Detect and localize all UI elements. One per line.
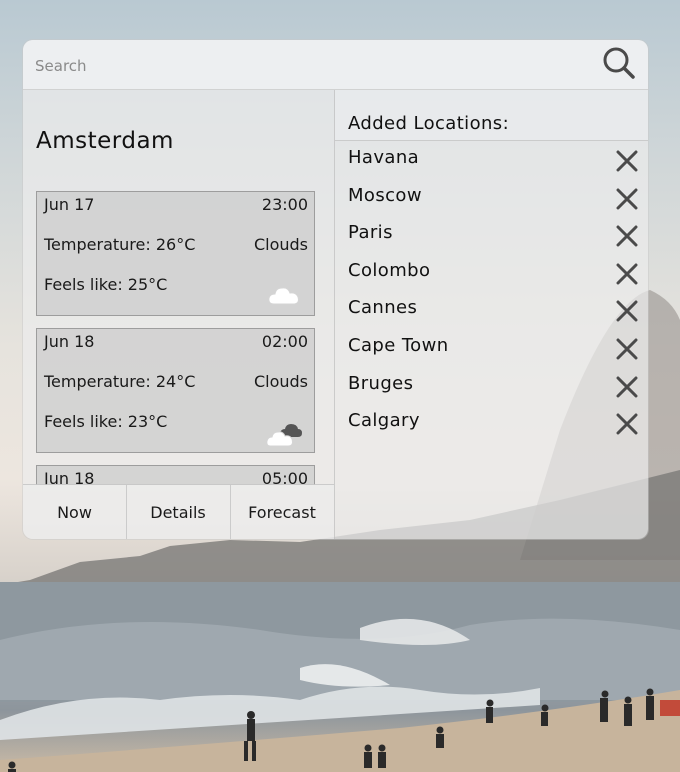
- location-name[interactable]: Bruges: [348, 373, 413, 394]
- tab-forecast[interactable]: Forecast: [230, 485, 334, 539]
- location-name[interactable]: Cannes: [348, 297, 417, 318]
- forecast-time: 05:00: [261, 469, 308, 485]
- close-icon[interactable]: [615, 337, 639, 361]
- location-item[interactable]: Paris: [335, 217, 648, 255]
- forecast-date: Jun 18: [44, 469, 95, 485]
- broken-clouds-icon: [266, 424, 302, 447]
- close-icon[interactable]: [615, 412, 639, 436]
- location-item[interactable]: Bruges: [335, 368, 648, 406]
- current-weather-panel: Amsterdam Jun 17 23:00 Temperature: 26°C…: [23, 90, 335, 539]
- weather-app: Amsterdam Jun 17 23:00 Temperature: 26°C…: [23, 40, 648, 539]
- forecast-feels-like: Feels like: 25°C: [44, 275, 168, 294]
- close-icon[interactable]: [615, 375, 639, 399]
- forecast-condition: Clouds: [253, 235, 308, 254]
- close-icon[interactable]: [615, 299, 639, 323]
- location-name[interactable]: Calgary: [348, 410, 420, 431]
- location-item[interactable]: Colombo: [335, 255, 648, 293]
- location-item[interactable]: Havana: [335, 142, 648, 180]
- cloud-icon: [268, 287, 299, 305]
- search-bar: [23, 40, 648, 90]
- forecast-feels-like: Feels like: 23°C: [44, 412, 168, 431]
- forecast-date: Jun 18: [44, 332, 95, 351]
- view-tabs: Now Details Forecast: [23, 484, 334, 539]
- forecast-time: 02:00: [261, 332, 308, 351]
- forecast-list[interactable]: Jun 17 23:00 Temperature: 26°C Clouds Fe…: [36, 191, 316, 485]
- location-name[interactable]: Cape Town: [348, 335, 449, 356]
- location-name[interactable]: Paris: [348, 222, 393, 243]
- forecast-temperature: Temperature: 26°C: [44, 235, 196, 254]
- location-item[interactable]: Cannes: [335, 292, 648, 330]
- locations-heading: Added Locations:: [335, 90, 648, 141]
- forecast-card: Jun 18 02:00 Temperature: 24°C Clouds Fe…: [36, 328, 315, 453]
- location-item[interactable]: Moscow: [335, 180, 648, 218]
- close-icon[interactable]: [615, 224, 639, 248]
- forecast-date: Jun 17: [44, 195, 95, 214]
- forecast-temperature: Temperature: 24°C: [44, 372, 196, 391]
- location-name[interactable]: Moscow: [348, 185, 422, 206]
- tab-now[interactable]: Now: [23, 485, 127, 539]
- location-name[interactable]: Colombo: [348, 260, 430, 281]
- forecast-card: Jun 17 23:00 Temperature: 26°C Clouds Fe…: [36, 191, 315, 316]
- location-item[interactable]: Calgary: [335, 405, 648, 443]
- tab-details[interactable]: Details: [126, 485, 231, 539]
- close-icon[interactable]: [615, 149, 639, 173]
- close-icon[interactable]: [615, 262, 639, 286]
- city-name: Amsterdam: [36, 128, 174, 154]
- forecast-condition: Clouds: [253, 372, 308, 391]
- forecast-time: 23:00: [261, 195, 308, 214]
- location-name[interactable]: Havana: [348, 147, 419, 168]
- locations-list: Havana Moscow Paris Colombo Cannes Cape …: [335, 142, 648, 443]
- search-input[interactable]: [33, 50, 597, 82]
- forecast-card: Jun 18 05:00: [36, 465, 315, 485]
- search-icon[interactable]: [601, 45, 637, 81]
- close-icon[interactable]: [615, 187, 639, 211]
- locations-heading-label: Added Locations:: [348, 113, 510, 134]
- locations-panel: Added Locations: Havana Moscow Paris Col…: [335, 90, 648, 539]
- location-item[interactable]: Cape Town: [335, 330, 648, 368]
